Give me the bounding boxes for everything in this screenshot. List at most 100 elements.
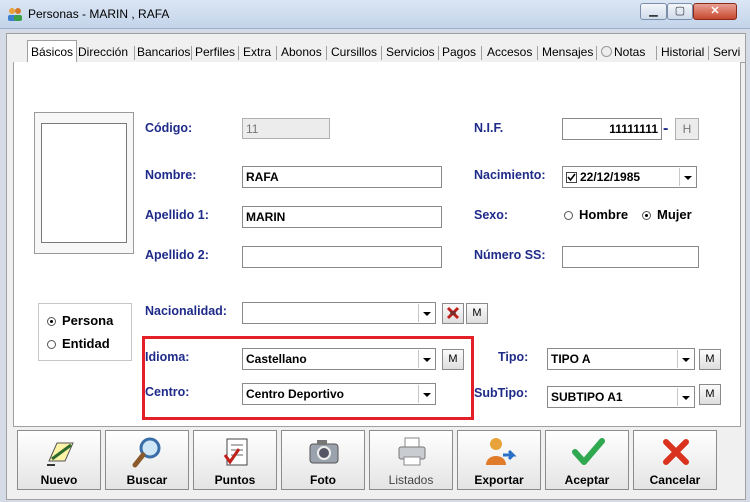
nacionalidad-m-button[interactable]: M — [466, 303, 488, 324]
maximize-button[interactable]: ▢ — [667, 3, 693, 20]
tab-mensajes[interactable]: Mensajes — [542, 44, 593, 61]
subtipo-select[interactable]: SUBTIPO A1 — [547, 386, 695, 408]
title-bar: Personas - MARIN , RAFA ▁ ▢ ✕ — [0, 0, 750, 29]
radio-selected-icon — [642, 211, 651, 221]
tab-historial[interactable]: Historial — [661, 44, 704, 61]
camera-icon — [309, 440, 339, 464]
puntos-label: Puntos — [214, 473, 256, 487]
people-icon — [8, 8, 22, 21]
nacimiento-label: Nacimiento: — [474, 168, 546, 182]
tab-perfiles[interactable]: Perfiles — [195, 44, 235, 61]
nombre-label: Nombre: — [145, 168, 197, 182]
hombre-radio[interactable]: Hombre — [564, 207, 628, 222]
mujer-radio[interactable]: Mujer — [642, 207, 692, 222]
tab-separator — [276, 46, 277, 60]
nacimiento-date-picker[interactable]: 22/12/1985 — [562, 166, 697, 188]
tipo-m-button[interactable]: M — [699, 349, 721, 370]
hombre-label: Hombre — [579, 207, 629, 222]
radio-selected-icon — [47, 317, 56, 327]
puntos-button[interactable]: Puntos — [193, 430, 277, 490]
date-checkbox-icon[interactable] — [566, 172, 577, 184]
foto-label: Foto — [310, 473, 336, 487]
foto-button[interactable]: Foto — [281, 430, 365, 490]
tipo-label: Tipo: — [498, 350, 529, 364]
entidad-radio[interactable]: Entidad — [47, 336, 110, 351]
tab-strip: Básicos Dirección Bancarios Perfiles Ext… — [13, 40, 745, 63]
tab-separator — [326, 46, 327, 60]
nacimiento-value: 22/12/1985 — [580, 170, 641, 184]
tab-separator — [596, 46, 597, 60]
tab-separator — [537, 46, 538, 60]
tab-pagos[interactable]: Pagos — [442, 44, 476, 61]
tab-separator — [438, 46, 439, 60]
aceptar-label: Aceptar — [564, 473, 610, 487]
cancelar-label: Cancelar — [649, 473, 701, 487]
persona-radio[interactable]: Persona — [47, 313, 113, 328]
sexo-label: Sexo: — [474, 208, 509, 222]
window-title: Personas - MARIN , RAFA — [28, 7, 170, 21]
tipo-value: TIPO A — [551, 352, 591, 366]
tab-servi[interactable]: Servi — [713, 44, 745, 61]
apellido2-field[interactable] — [242, 246, 442, 268]
photo-placeholder — [41, 123, 127, 243]
listados-button[interactable]: Listados — [369, 430, 453, 490]
numss-field[interactable] — [562, 246, 699, 268]
listados-label: Listados — [388, 473, 434, 487]
nif-letter-field: H — [675, 118, 699, 140]
cancelar-button[interactable]: Cancelar — [633, 430, 717, 490]
exportar-button[interactable]: Exportar — [457, 430, 541, 490]
delete-x-icon — [446, 306, 460, 320]
codigo-label: Código: — [145, 121, 193, 135]
tab-separator — [238, 46, 239, 60]
tab-direccion[interactable]: Dirección — [78, 44, 128, 61]
exportar-label: Exportar — [474, 473, 524, 487]
printer-icon — [398, 437, 426, 466]
nuevo-label: Nuevo — [40, 473, 78, 487]
chevron-down-icon[interactable] — [679, 168, 695, 186]
buscar-label: Buscar — [126, 473, 168, 487]
subtipo-m-button[interactable]: M — [699, 384, 721, 405]
buscar-button[interactable]: Buscar — [105, 430, 189, 490]
client-area: Básicos Dirección Bancarios Perfiles Ext… — [6, 33, 746, 500]
tab-separator — [191, 46, 192, 60]
tab-extra[interactable]: Extra — [243, 44, 271, 61]
tipo-select[interactable]: TIPO A — [547, 348, 695, 370]
chevron-down-icon[interactable] — [677, 388, 693, 406]
tab-abonos[interactable]: Abonos — [281, 44, 322, 61]
close-button[interactable]: ✕ — [693, 3, 737, 20]
tab-accesos[interactable]: Accesos — [487, 44, 532, 61]
radio-empty-icon — [47, 340, 56, 350]
tab-separator — [134, 46, 135, 60]
apellido1-field[interactable]: MARIN — [242, 206, 442, 228]
radio-empty-icon — [564, 211, 573, 221]
nif-label: N.I.F. — [474, 121, 504, 135]
tab-cursillos[interactable]: Cursillos — [331, 44, 377, 61]
aceptar-button[interactable]: Aceptar — [545, 430, 629, 490]
tab-separator — [708, 46, 709, 60]
entidad-label: Entidad — [62, 336, 110, 351]
codigo-field: 11 — [242, 118, 330, 139]
nombre-field[interactable]: RAFA — [242, 166, 442, 188]
chevron-down-icon[interactable] — [418, 304, 434, 322]
persona-label: Persona — [62, 313, 114, 328]
tab-servicios[interactable]: Servicios — [386, 44, 435, 61]
chevron-down-icon[interactable] — [677, 350, 693, 368]
nacionalidad-select[interactable] — [242, 302, 436, 324]
tab-separator — [381, 46, 382, 60]
nif-field[interactable]: 11111111 — [562, 118, 662, 140]
tab-notas-label: Notas — [614, 45, 646, 59]
nacionalidad-label: Nacionalidad: — [145, 304, 227, 318]
nif-dash: - — [663, 120, 669, 137]
tab-notas[interactable]: Notas — [601, 44, 645, 61]
minimize-button[interactable]: ▁ — [640, 3, 667, 20]
clear-nacionalidad-button[interactable] — [442, 303, 464, 324]
photo-frame[interactable] — [34, 112, 134, 254]
nuevo-button[interactable]: Nuevo — [17, 430, 101, 490]
apellido1-label: Apellido 1: — [145, 208, 209, 222]
basicos-panel: Código: 11 Nombre: RAFA Apellido 1: MARI… — [13, 62, 741, 427]
tab-basicos[interactable]: Básicos — [27, 40, 78, 62]
tab-bancarios[interactable]: Bancarios — [137, 44, 190, 61]
checklist-icon — [223, 438, 248, 466]
export-user-icon — [486, 438, 517, 465]
action-toolbar: Nuevo Buscar Puntos Foto Listados Export… — [13, 426, 739, 496]
